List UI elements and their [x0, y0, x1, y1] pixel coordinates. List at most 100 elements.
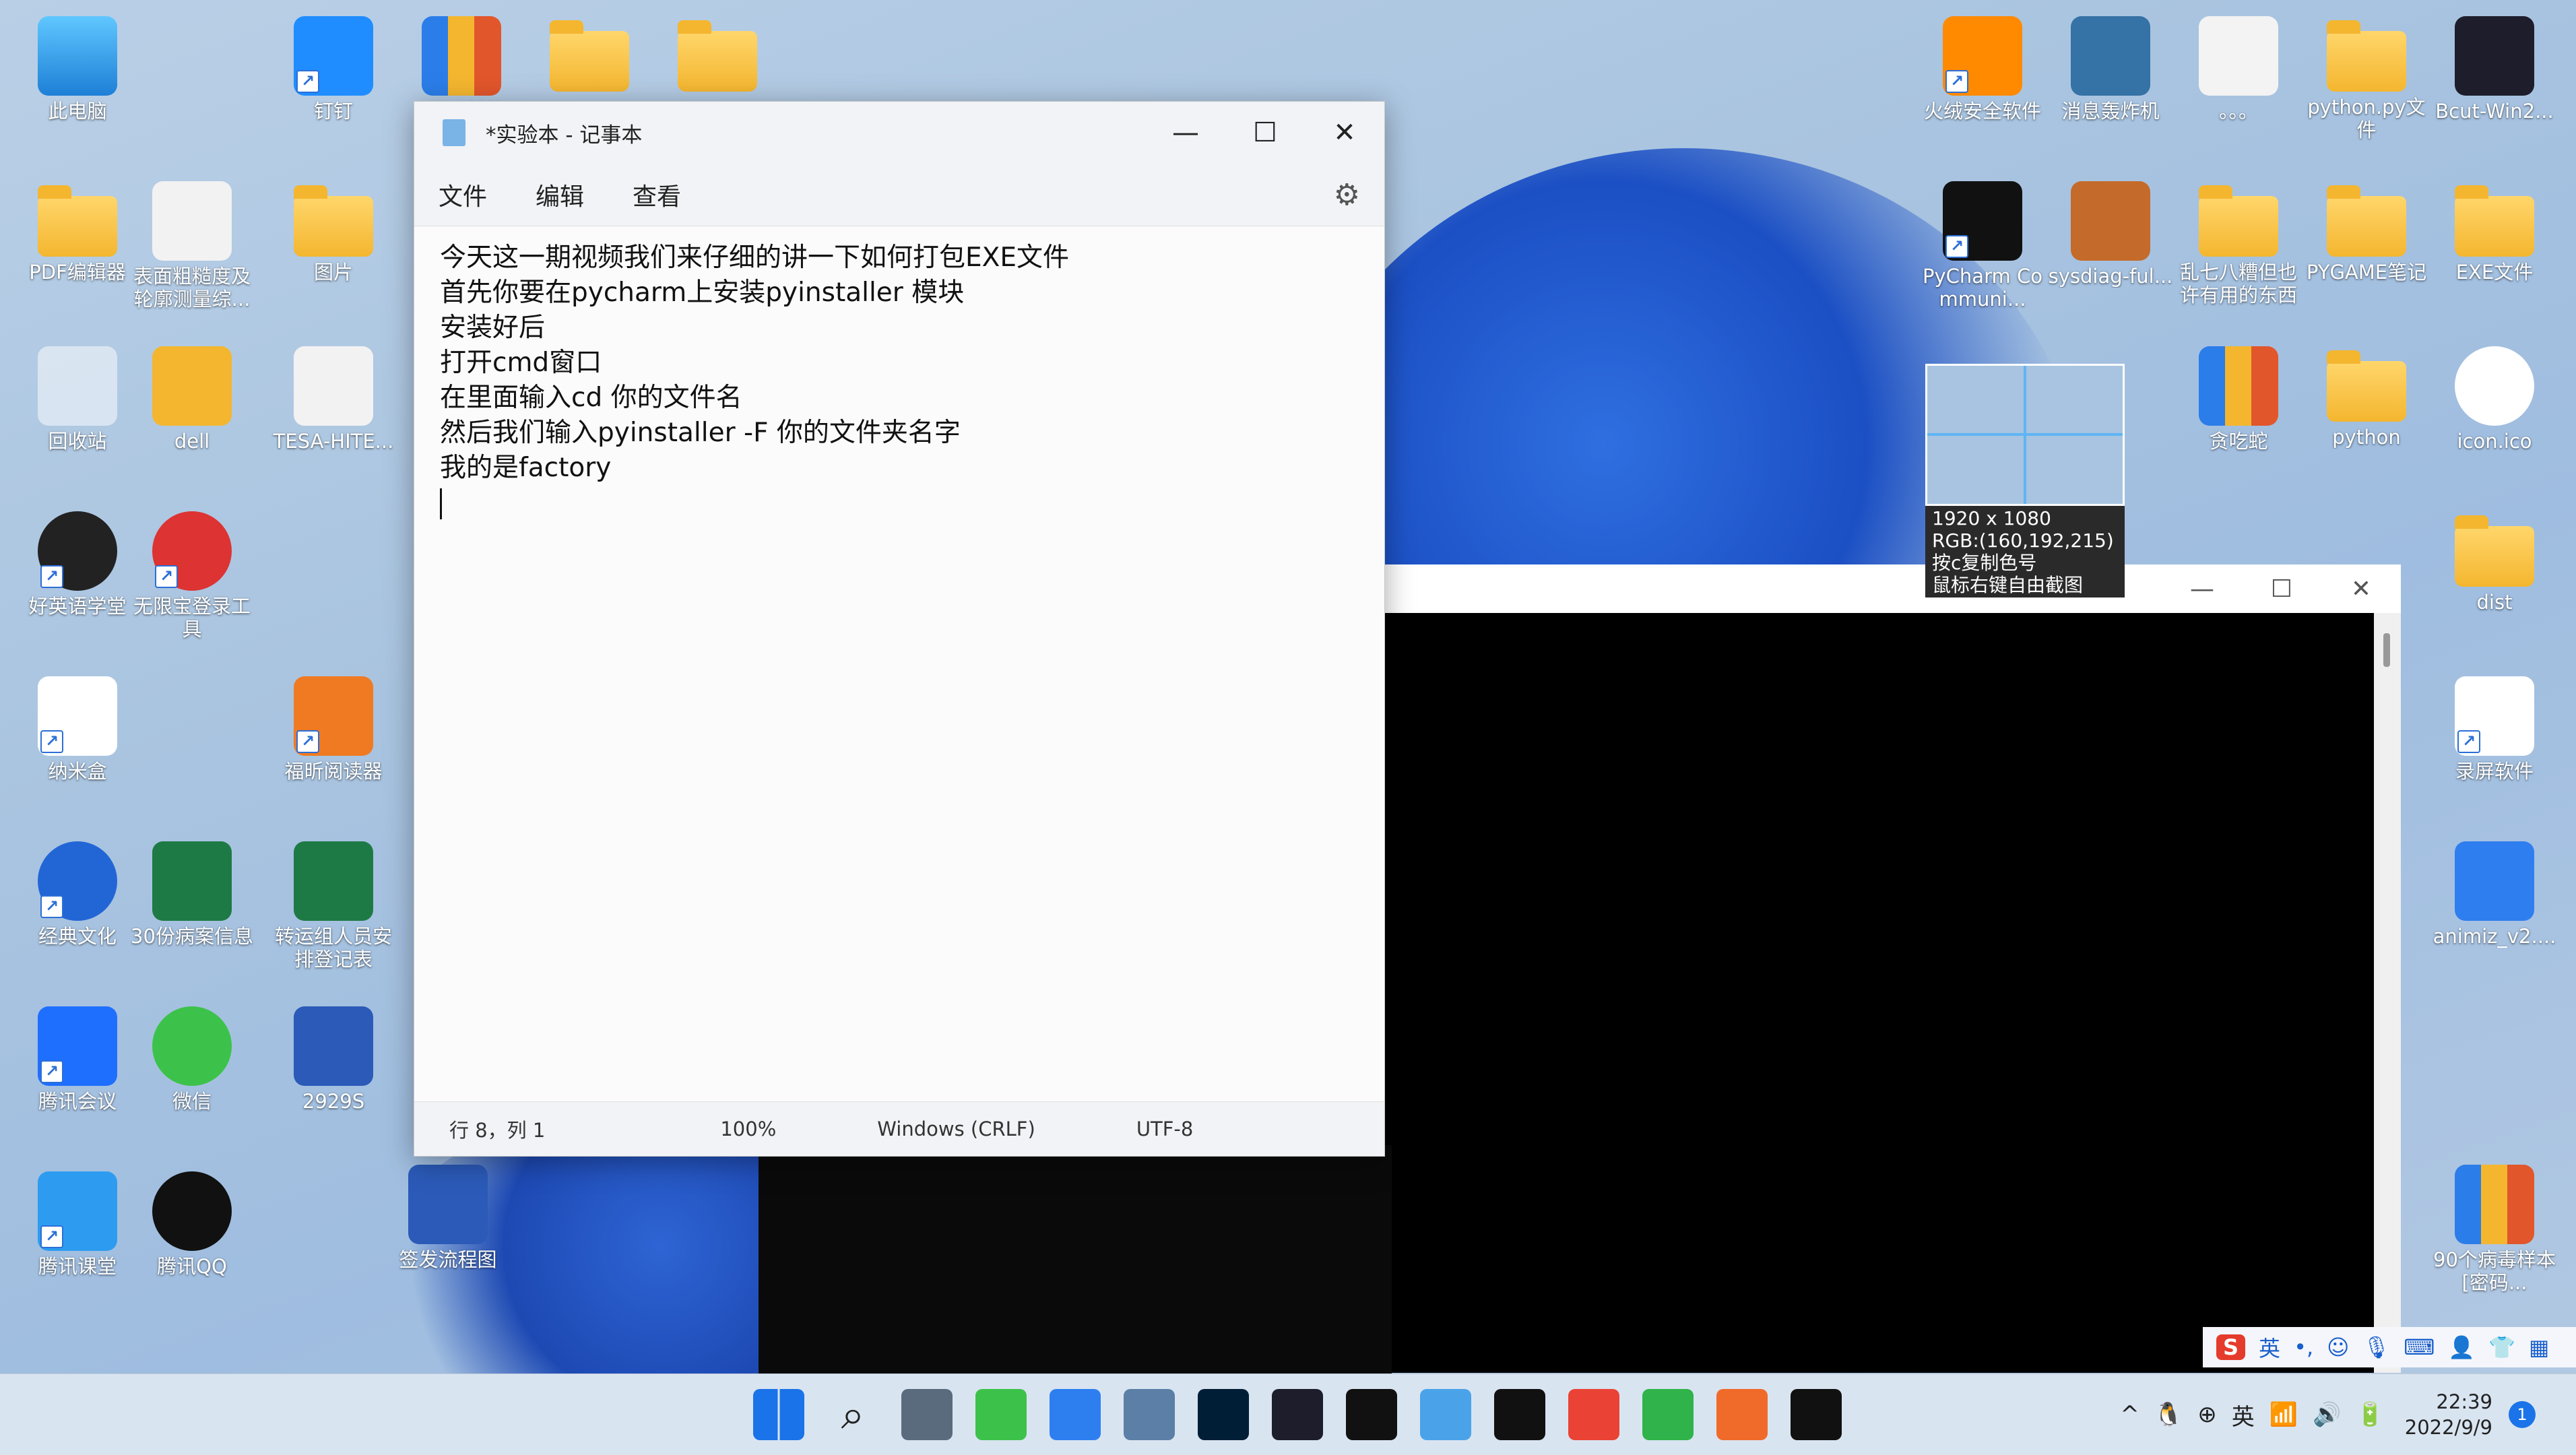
- skin-icon[interactable]: 👕: [2488, 1334, 2515, 1360]
- desktop-icon[interactable]: Bcut-Win2...: [2430, 7, 2558, 168]
- chrome-icon[interactable]: [1568, 1389, 1619, 1440]
- cmd-titlebar[interactable]: — ☐ ✕: [1384, 564, 2401, 613]
- grid-icon[interactable]: ▦: [2529, 1334, 2549, 1360]
- desktop-icon[interactable]: 回收站: [13, 337, 141, 498]
- pycharm-icon[interactable]: [1791, 1389, 1842, 1440]
- user-icon[interactable]: 👤: [2448, 1334, 2475, 1360]
- notepad-window[interactable]: *实验本 - 记事本 — ☐ ✕ 文件 编辑 查看 ⚙ 今天这一期视频我们来仔细…: [414, 101, 1385, 1157]
- text-line[interactable]: 首先你要在pycharm上安装pyinstaller 模块: [440, 276, 1359, 311]
- notepad-icon[interactable]: [1420, 1389, 1471, 1440]
- desktop-icon[interactable]: ↗ 纳米盒: [13, 667, 141, 829]
- desktop-icon[interactable]: PDF编辑器: [13, 172, 141, 333]
- plus-tray-icon[interactable]: ⊕: [2197, 1401, 2217, 1428]
- desktop-icon[interactable]: ↗ 好英语学堂: [13, 502, 141, 664]
- recorder-icon[interactable]: [1716, 1389, 1768, 1440]
- menu-file[interactable]: 文件: [439, 177, 487, 212]
- chevron-up-icon[interactable]: ^: [2120, 1401, 2139, 1428]
- wifi-icon[interactable]: 📶: [2269, 1401, 2298, 1428]
- desktop-icon[interactable]: TESA-HITE...: [269, 337, 397, 498]
- desktop-icon[interactable]: 签发流程图: [384, 1155, 512, 1317]
- punctuation-icon[interactable]: •,: [2294, 1334, 2313, 1360]
- maximize-icon[interactable]: ☐: [2242, 575, 2321, 603]
- desktop-icon[interactable]: 微信: [128, 997, 256, 1159]
- desktop-icon[interactable]: ↗ 火绒安全软件: [1919, 7, 2047, 168]
- start-icon[interactable]: [753, 1389, 804, 1440]
- text-line[interactable]: 然后我们输入pyinstaller -F 你的文件夹名字: [440, 416, 1359, 451]
- scroll-thumb[interactable]: [2383, 633, 2390, 667]
- minimize-button[interactable]: —: [1146, 102, 1225, 164]
- text-line[interactable]: 今天这一期视频我们来仔细的讲一下如何打包EXE文件: [440, 240, 1359, 276]
- search-icon[interactable]: ⌕: [827, 1389, 878, 1440]
- desktop-icon[interactable]: icon.ico: [2430, 337, 2558, 498]
- photoshop-icon[interactable]: [1198, 1389, 1249, 1440]
- desktop-icon[interactable]: 表面粗糙度及轮廓测量综...: [128, 172, 256, 333]
- desktop-icon[interactable]: 。。。: [2175, 7, 2303, 168]
- sogou-icon[interactable]: S: [2216, 1334, 2246, 1360]
- desktop-icon[interactable]: ↗ 经典文化: [13, 832, 141, 994]
- battery-icon[interactable]: 🔋: [2356, 1401, 2384, 1428]
- desktop-icon[interactable]: 转运组人员安排登记表: [269, 832, 397, 994]
- status-position: 行 8，列 1: [449, 1119, 546, 1142]
- calculator-icon[interactable]: [901, 1389, 953, 1440]
- desktop-icon[interactable]: 消息轰炸机: [2047, 7, 2175, 168]
- qq-tray-icon[interactable]: 🐧: [2154, 1401, 2183, 1428]
- text-line[interactable]: 我的是factory: [440, 451, 1359, 486]
- wechat-icon[interactable]: [975, 1389, 1027, 1440]
- cmd-window[interactable]: — ☐ ✕: [1384, 564, 2401, 1373]
- desktop-icon[interactable]: ↗ 录屏软件: [2430, 667, 2558, 829]
- desktop-icon[interactable]: dell: [128, 337, 256, 498]
- emoji-icon[interactable]: ☺: [2327, 1334, 2349, 1360]
- ime-lang[interactable]: 英: [2259, 1332, 2280, 1363]
- cmd-scrollbar[interactable]: [2374, 613, 2401, 1373]
- desktop-icon[interactable]: animiz_v2....: [2430, 832, 2558, 994]
- ime-tray-icon[interactable]: 英: [2232, 1398, 2255, 1431]
- desktop-icon-label: 福昕阅读器: [284, 760, 383, 783]
- desktop-icon[interactable]: 90个病毒样本 [密码...: [2430, 1155, 2558, 1317]
- desktop-icon[interactable]: EXE文件: [2430, 172, 2558, 333]
- desktop-icon[interactable]: 30份病案信息: [128, 832, 256, 994]
- desktop-icon[interactable]: 此电脑: [13, 7, 141, 168]
- desktop-icon[interactable]: ↗ 腾讯课堂: [13, 1162, 141, 1324]
- desktop-icon[interactable]: ↗ 福昕阅读器: [269, 667, 397, 829]
- desktop-icon[interactable]: 贪吃蛇: [2175, 337, 2303, 498]
- desktop-icon[interactable]: sysdiag-ful...: [2047, 172, 2175, 333]
- keyboard-icon[interactable]: ⌨: [2404, 1334, 2435, 1360]
- desktop-icon[interactable]: python.py文件: [2303, 7, 2430, 168]
- close-button[interactable]: ✕: [1305, 102, 1384, 164]
- desktop-icon[interactable]: 乱七八糟但也许有用的东西: [2175, 172, 2303, 333]
- ime-toolbar[interactable]: S 英 •, ☺ 🎙 ⌨ 👤 👕 ▦: [2203, 1327, 2576, 1367]
- security-icon[interactable]: [1050, 1389, 1101, 1440]
- desktop-icon[interactable]: 图片: [269, 172, 397, 333]
- desktop-icon[interactable]: 腾讯QQ: [128, 1162, 256, 1324]
- desktop-icon[interactable]: ↗ 无限宝登录工具: [128, 502, 256, 664]
- desktop-icon[interactable]: ↗ 钉钉: [269, 7, 397, 168]
- gear-icon[interactable]: ⚙: [1334, 178, 1360, 212]
- menu-view[interactable]: 查看: [633, 177, 681, 212]
- bcut-icon[interactable]: [1272, 1389, 1323, 1440]
- status-zoom[interactable]: 100%: [720, 1118, 776, 1140]
- desktop-icon[interactable]: PYGAME笔记: [2303, 172, 2430, 333]
- desktop-icon-label: PyCharm Communi...: [1923, 265, 2042, 311]
- text-line[interactable]: 在里面输入cd 你的文件名: [440, 381, 1359, 416]
- text-line[interactable]: 安装好后: [440, 311, 1359, 346]
- desktop-icon[interactable]: 2929S: [269, 997, 397, 1159]
- clock[interactable]: 22:39 2022/9/9: [2405, 1389, 2492, 1440]
- desktop-icon[interactable]: python: [2303, 337, 2430, 498]
- notification-badge[interactable]: 1: [2509, 1401, 2536, 1428]
- text-line[interactable]: 打开cmd窗口: [440, 346, 1359, 381]
- desktop-icon[interactable]: dist: [2430, 502, 2558, 664]
- close-icon[interactable]: ✕: [2321, 575, 2401, 603]
- menu-edit[interactable]: 编辑: [536, 177, 584, 212]
- text-editor[interactable]: 今天这一期视频我们来仔细的讲一下如何打包EXE文件 首先你要在pycharm上安…: [414, 227, 1384, 1102]
- cmd-icon[interactable]: [1494, 1389, 1545, 1440]
- volume-icon[interactable]: 🔊: [2313, 1401, 2341, 1428]
- desktop-icon[interactable]: ↗ PyCharm Communi...: [1919, 172, 2047, 333]
- game-icon[interactable]: [1642, 1389, 1694, 1440]
- qq-icon[interactable]: [1346, 1389, 1397, 1440]
- notepad-titlebar[interactable]: *实验本 - 记事本 — ☐ ✕: [414, 102, 1384, 164]
- desktop-icon[interactable]: ↗ 腾讯会议: [13, 997, 141, 1159]
- mic-icon[interactable]: 🎙: [2362, 1334, 2390, 1360]
- explorer-icon[interactable]: [1124, 1389, 1175, 1440]
- maximize-button[interactable]: ☐: [1225, 102, 1305, 164]
- minimize-icon[interactable]: —: [2162, 575, 2242, 603]
